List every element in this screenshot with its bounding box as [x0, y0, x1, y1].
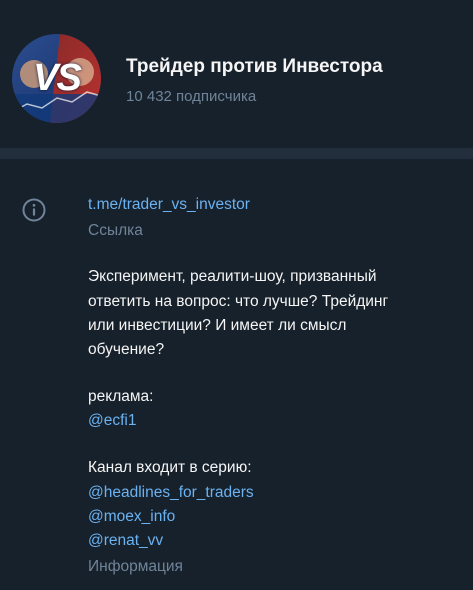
channel-header: VS Трейдер против Инвестора 10 432 подпи…	[0, 0, 473, 148]
description-line: ответить на вопрос: что лучше? Трейдинг	[88, 293, 389, 310]
series-label: Канал входит в серию:	[88, 459, 252, 476]
series-link-headlines[interactable]: @headlines_for_traders	[88, 484, 254, 502]
info-circle-icon	[22, 198, 46, 222]
description-line: обучение?	[88, 341, 165, 358]
section-divider	[0, 148, 473, 159]
description-line: Эксперимент, реалити-шоу, призванный	[88, 268, 377, 285]
channel-link[interactable]: t.me/trader_vs_investor	[88, 196, 250, 214]
ads-label: реклама:	[88, 388, 154, 405]
series-link-renat[interactable]: @renat_vv	[88, 532, 163, 550]
channel-title: Трейдер против Инвестора	[126, 56, 383, 77]
info-caption: Информация	[88, 558, 183, 575]
avatar-text: VS	[33, 57, 82, 99]
subscriber-count: 10 432 подписчика	[126, 88, 257, 105]
ads-contact-link[interactable]: @ecfi1	[88, 412, 136, 430]
channel-avatar[interactable]: VS	[12, 34, 101, 123]
series-link-moex[interactable]: @moex_info	[88, 508, 175, 526]
channel-info-section: t.me/trader_vs_investor Ссылка Экспериме…	[0, 159, 473, 590]
description-line: или инвестиции? И имеет ли смысл	[88, 317, 347, 334]
link-caption: Ссылка	[88, 222, 143, 239]
